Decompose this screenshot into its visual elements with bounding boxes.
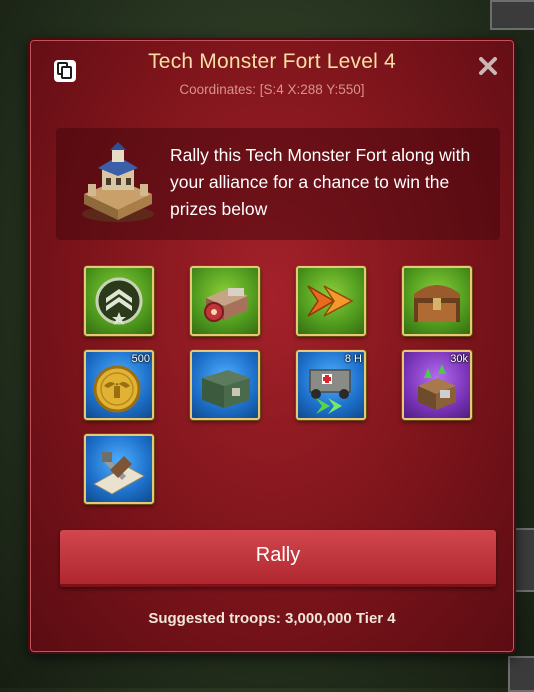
reward-blueprint-tools[interactable] xyxy=(84,434,154,504)
fort-building-icon xyxy=(82,142,154,222)
reward-resource-pack[interactable]: 30k xyxy=(402,350,472,420)
close-button[interactable] xyxy=(474,52,502,80)
reward-duration-badge: 8 H xyxy=(344,353,362,365)
reward-supply-crate[interactable] xyxy=(190,266,260,336)
reward-rusty-chest[interactable] xyxy=(402,266,472,336)
reward-quantity-badge: 500 xyxy=(131,353,150,365)
steel-chest-icon xyxy=(202,370,250,408)
speedup-arrows-icon xyxy=(307,285,354,317)
reward-healing-speedup[interactable]: 8 H xyxy=(296,350,366,420)
reward-rank-insignia[interactable] xyxy=(84,266,154,336)
map-side-widget-top xyxy=(490,0,534,30)
blueprint-tools-icon xyxy=(92,452,146,495)
coordinates-text: Coordinates: [S:4 X:288 Y:550] xyxy=(179,82,365,97)
dialog-title: Tech Monster Fort Level 4 xyxy=(148,50,396,73)
map-side-widget-bottom xyxy=(508,656,534,692)
close-icon xyxy=(479,57,497,75)
rally-button[interactable]: Rally xyxy=(60,530,496,587)
rally-button-label: Rally xyxy=(255,544,301,566)
reward-quantity-badge: 30k xyxy=(450,353,468,365)
rank-insignia-icon xyxy=(95,277,143,325)
suggested-troops-text: Suggested troops: 3,000,000 Tier 4 xyxy=(148,610,396,627)
reward-speedup-arrows[interactable] xyxy=(296,266,366,336)
rusty-chest-icon xyxy=(414,285,460,322)
fort-info-box: Rally this Tech Monster Fort along with … xyxy=(56,128,500,240)
rally-description: Rally this Tech Monster Fort along with … xyxy=(170,145,471,219)
supply-crate-icon xyxy=(204,288,248,322)
reward-steel-chest[interactable] xyxy=(190,350,260,420)
fort-dialog: Tech Monster Fort Level 4 Coordinates: [… xyxy=(28,38,516,654)
reward-gold-coin[interactable]: 500 xyxy=(84,350,154,420)
